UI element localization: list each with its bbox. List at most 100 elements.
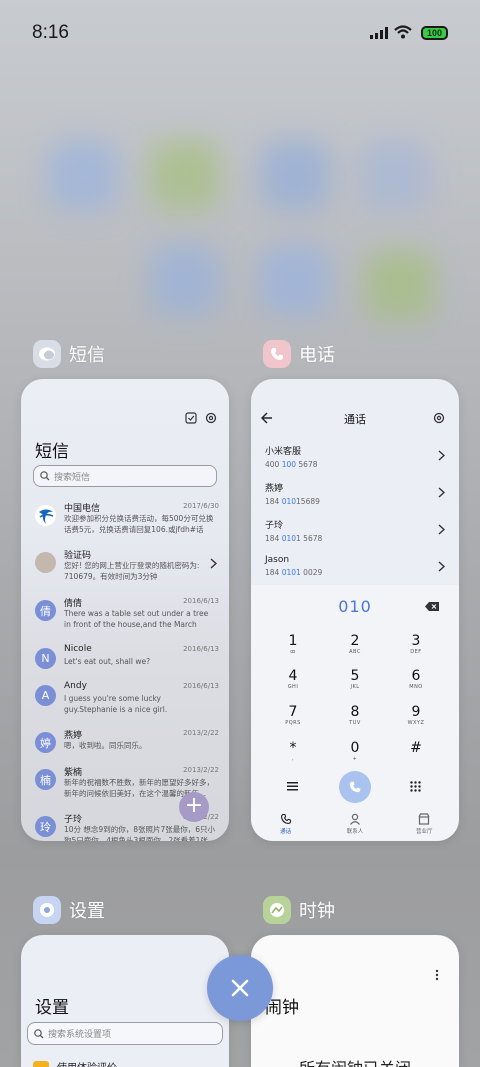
- tab-calls[interactable]: 通话: [261, 813, 311, 841]
- avatar: 楠: [35, 769, 56, 790]
- sms-toolbar: [185, 412, 217, 424]
- bottom-tab-bar: 通话 联系人 营业厅: [251, 813, 459, 841]
- recent-app-card-clock[interactable]: 闹钟 所有闹钟已关闭: [251, 935, 459, 1067]
- new-message-button[interactable]: +: [179, 792, 209, 822]
- search-placeholder: 搜索系统设置项: [48, 1030, 112, 1040]
- sender-name: Andy: [64, 681, 87, 691]
- recent-app-card-phone[interactable]: 通话 小米客服 400 100 5678 燕婷 184 01015689 子玲 …: [251, 379, 459, 841]
- dial-key-9[interactable]: 9 WXYZ: [396, 704, 436, 727]
- dial-key-5[interactable]: 5 JKL: [335, 668, 375, 691]
- avatar: N: [35, 648, 56, 669]
- contact-row[interactable]: Jason 184 0101 0029: [265, 555, 445, 577]
- avatar: 玲: [35, 816, 56, 837]
- feedback-icon: [33, 1060, 49, 1067]
- message-preview: Let's eat out, shall we?: [64, 657, 151, 666]
- app-header-sms[interactable]: 短信: [33, 340, 105, 368]
- page-title: 设置: [35, 998, 69, 1018]
- contact-row[interactable]: 燕婷 184 01015689: [265, 481, 445, 506]
- message-preview: 嗯，收到啦。同乐同乐。: [64, 741, 147, 750]
- tab-service-hall[interactable]: 营业厅: [399, 813, 449, 841]
- app-header-phone[interactable]: 电话: [263, 340, 335, 368]
- contact-name: 燕婷: [265, 484, 284, 494]
- contact-number: 184 0101 5678: [265, 534, 323, 543]
- contact-number: 184 0101 0029: [265, 568, 323, 577]
- chevron-right-icon: [438, 561, 445, 572]
- dial-key-4[interactable]: 4 GHI: [273, 668, 313, 691]
- settings-gear-icon[interactable]: [205, 412, 217, 424]
- dial-key-7[interactable]: 7 PQRS: [273, 704, 313, 727]
- battery-indicator: 100: [421, 26, 448, 40]
- settings-list-item[interactable]: 使用体验评价: [33, 1059, 117, 1067]
- avatar: A: [35, 685, 56, 706]
- dial-key-8[interactable]: 8 TUV: [335, 704, 375, 727]
- app-header-clock[interactable]: 时钟: [263, 896, 335, 924]
- more-options-icon[interactable]: [435, 969, 439, 981]
- status-bar: 8:16 100: [0, 0, 480, 64]
- clock-app-icon: [263, 896, 291, 924]
- signal-icon: [370, 27, 388, 39]
- wallpaper-blob: [150, 140, 220, 210]
- wallpaper-blob: [260, 245, 330, 315]
- tab-contacts[interactable]: 联系人: [330, 813, 380, 841]
- message-date: 2013/2/22: [183, 766, 219, 774]
- settings-gear-icon[interactable]: [433, 412, 445, 424]
- message-date: 2013/2/22: [183, 729, 219, 737]
- clear-all-button[interactable]: [207, 955, 273, 1021]
- wallpaper-blob: [48, 140, 118, 210]
- message-preview: 10分 想念9到的你，8张照片7张最你，6只小狗5只鹿你，4根鱼头3根面你，2张…: [64, 825, 216, 841]
- contact-name: Jason: [265, 555, 290, 565]
- search-placeholder: 搜索短信: [54, 472, 91, 483]
- messages-app-icon: [33, 340, 61, 368]
- call-button[interactable]: [339, 771, 371, 803]
- settings-app-icon: [33, 896, 61, 924]
- message-date: 2016/6/13: [183, 597, 219, 605]
- wallpaper-blob: [260, 140, 330, 210]
- message-preview: 欢迎参加积分兑换话费活动，每500分可兑换话费5元，兑换话费请回复106.或jf…: [64, 514, 214, 534]
- phone-call-icon: [349, 781, 361, 793]
- dialpad: 010 1ꝏ 2 ABC 3 DEF 4 GHI 5 JKL 6 MNO 7 PQRS 8T…: [251, 585, 459, 841]
- phone-tab-icon: [280, 813, 291, 825]
- dial-key-0[interactable]: 0 +: [335, 740, 375, 763]
- dialpad-grid-icon[interactable]: [410, 781, 421, 792]
- store-tab-icon: [418, 813, 430, 825]
- message-preview: There was a table set out under a tree i…: [64, 609, 209, 629]
- phone-header: 通话: [251, 409, 459, 429]
- chevron-right-icon: [210, 558, 217, 569]
- search-input[interactable]: 搜索系统设置项: [27, 1022, 223, 1045]
- message-date: 2016/6/13: [183, 645, 219, 653]
- app-header-settings[interactable]: 设置: [33, 896, 105, 924]
- avatar: 婷: [35, 732, 56, 753]
- contact-row[interactable]: 小米客服 400 100 5678: [265, 444, 445, 469]
- contact-number: 400 100 5678: [265, 460, 318, 469]
- search-input[interactable]: 搜索短信: [33, 465, 217, 487]
- dial-key-1[interactable]: 1ꝏ: [273, 633, 313, 656]
- message-preview: 您好! 您的网上营业厅登录的随机密码为: 710679。有效时间为3分钟: [64, 561, 200, 581]
- message-date: 2017/6/30: [183, 502, 219, 510]
- contact-row[interactable]: 子玲 184 0101 5678: [265, 518, 445, 543]
- contact-number: 184 01015689: [265, 497, 320, 506]
- alarm-status: 所有闹钟已关闭: [251, 1055, 459, 1067]
- recent-app-card-settings[interactable]: 设置 搜索系统设置项 使用体验评价: [21, 935, 229, 1067]
- close-icon: [231, 979, 249, 997]
- dial-key-6[interactable]: 6 MNO: [396, 668, 436, 691]
- select-checkbox-icon[interactable]: [185, 412, 197, 424]
- message-date: 2016/6/13: [183, 682, 219, 690]
- dial-key-star[interactable]: *,: [273, 740, 313, 763]
- menu-icon[interactable]: [287, 782, 298, 791]
- dial-key-2[interactable]: 2 ABC: [335, 633, 375, 656]
- message-preview: I guess you're some lucky guy.Stephanie …: [64, 694, 168, 714]
- dial-key-3[interactable]: 3 DEF: [396, 633, 436, 656]
- search-icon: [34, 1028, 44, 1038]
- sender-name: Nicole: [64, 644, 92, 654]
- contact-name: 子玲: [265, 521, 284, 531]
- recent-app-card-sms[interactable]: 短信 搜索短信 中国电信 2017/6/30 欢迎参加积分兑换话费活动，每500…: [21, 379, 229, 841]
- app-label: 设置: [69, 901, 105, 922]
- page-title: 短信: [35, 442, 69, 462]
- wallpaper-blob: [360, 140, 430, 210]
- backspace-icon[interactable]: [425, 602, 439, 611]
- dial-key-hash[interactable]: #: [396, 740, 436, 756]
- app-label: 电话: [299, 345, 335, 366]
- contact-name: 小米客服: [265, 447, 302, 457]
- avatar: [35, 552, 56, 573]
- app-label: 短信: [69, 345, 105, 366]
